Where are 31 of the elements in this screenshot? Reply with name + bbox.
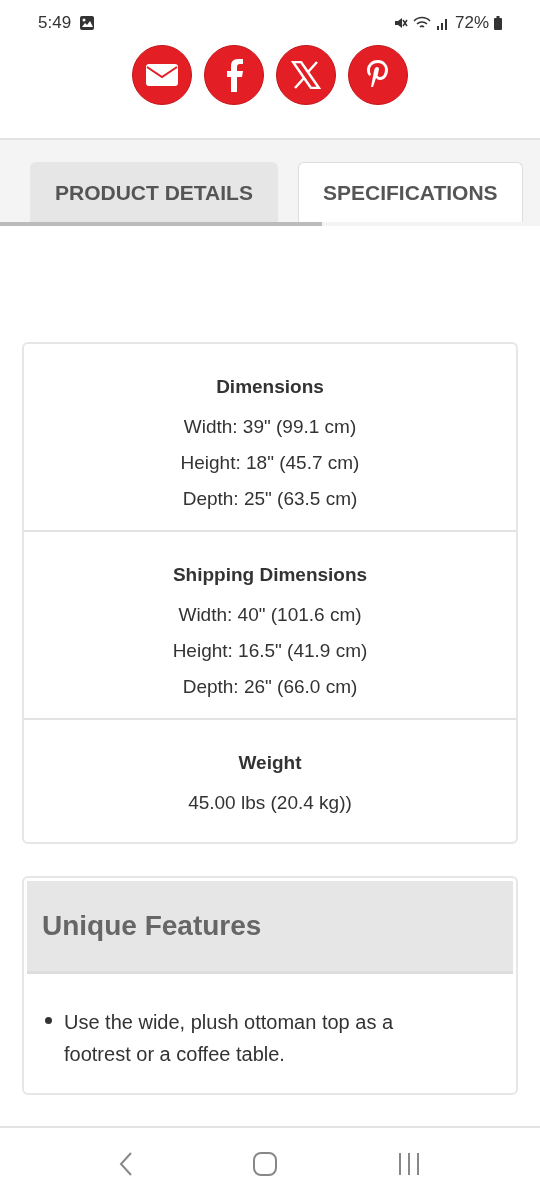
spec-line: Height: 18" (45.7 cm) (180, 452, 360, 474)
facebook-icon (224, 58, 244, 92)
wifi-icon (412, 15, 431, 30)
battery-percent: 72% (454, 12, 489, 33)
email-share-button[interactable] (132, 45, 192, 105)
section-title: Weight (238, 752, 302, 774)
spec-line: Depth: 26" (66.0 cm) (182, 676, 358, 698)
x-icon (291, 61, 321, 89)
spec-line: Height: 16.5" (41.9 cm) (172, 640, 368, 662)
spec-line: 45.00 lbs (20.4 kg)) (188, 792, 352, 814)
section-title: Dimensions (216, 376, 324, 398)
home-icon[interactable] (252, 1151, 278, 1178)
image-icon (79, 14, 96, 31)
spec-line: Width: 39" (99.1 cm) (183, 416, 357, 438)
facebook-share-button[interactable] (204, 45, 264, 105)
x-share-button[interactable] (276, 45, 336, 105)
bullet-icon (45, 1017, 52, 1024)
section-title: Shipping Dimensions (172, 564, 368, 586)
spec-line: Width: 40" (101.6 cm) (178, 604, 362, 626)
spec-line: Depth: 25" (63.5 cm) (182, 488, 358, 510)
features-title: Unique Features (42, 910, 262, 942)
battery-icon (494, 15, 502, 30)
back-icon[interactable] (119, 1151, 134, 1178)
status-time: 5:49 (38, 12, 72, 33)
feature-text: Use the wide, plush ottoman top as a footrest or a coffee table. (64, 1010, 395, 1067)
recent-apps-icon[interactable] (396, 1152, 421, 1177)
tab[interactable]: PRODUCT DETAILS (30, 162, 278, 222)
mute-icon (393, 15, 408, 30)
pinterest-share-button[interactable] (348, 45, 408, 105)
envelope-icon (145, 63, 179, 87)
tab[interactable]: SPECIFICATIONS (297, 162, 523, 222)
